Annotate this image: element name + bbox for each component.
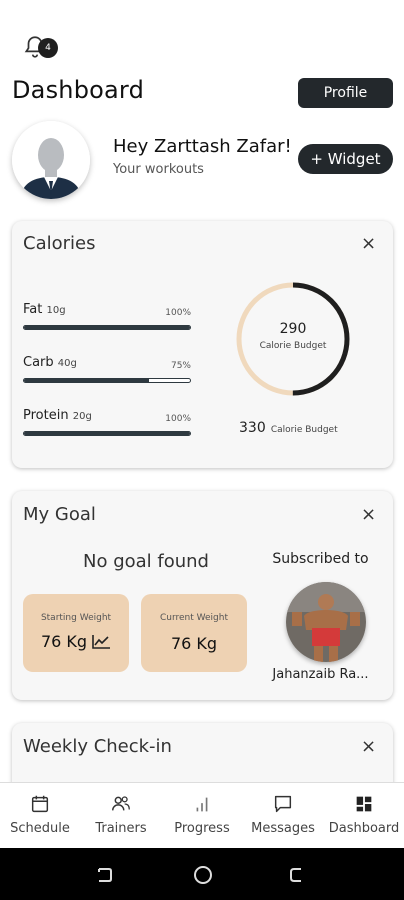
back-icon[interactable]: [287, 864, 309, 886]
page-title: Dashboard: [12, 76, 145, 104]
user-subtitle: Your workouts: [113, 162, 204, 177]
goal-empty-text: No goal found: [83, 551, 209, 572]
goal-card: My Goal × No goal found Starting Weight …: [12, 491, 393, 700]
weekly-title: Weekly Check-in: [23, 736, 172, 757]
macro-carb-percent: 75%: [170, 361, 191, 371]
calendar-icon: [31, 795, 49, 813]
budget-value: 330: [239, 420, 266, 436]
avatar[interactable]: [12, 121, 90, 199]
trainer-name[interactable]: Jahanzaib Ra...: [258, 667, 383, 682]
macro-protein-label: Protein 20g: [23, 408, 92, 423]
macro-carb-label: Carb 40g: [23, 355, 77, 370]
macro-fat-bar: [23, 325, 191, 330]
trend-chart-icon: [92, 634, 111, 649]
macro-fat-label: Fat 10g: [23, 302, 66, 317]
starting-weight-label: Starting Weight: [40, 613, 112, 623]
current-weight-box: Current Weight 76 Kg: [141, 594, 247, 672]
starting-weight-box: Starting Weight 76 Kg: [23, 594, 129, 672]
macro-protein-bar: [23, 431, 191, 436]
macro-protein-percent: 100%: [165, 414, 191, 424]
macro-fat-percent: 100%: [165, 308, 191, 318]
nav-item-trainers[interactable]: Trainers: [81, 783, 161, 849]
users-icon: [112, 796, 130, 811]
calories-card: Calories × Fat 10g 100% Carb 40g 75% Pro…: [12, 221, 393, 468]
notification-badge: 4: [38, 38, 58, 58]
ring-value: 290: [279, 321, 307, 337]
user-greeting: Hey Zarttash Zafar!: [113, 136, 292, 157]
add-widget-button[interactable]: + Widget: [298, 144, 393, 174]
profile-button[interactable]: Profile: [298, 78, 393, 108]
bottom-nav: Schedule Trainers Progress Messages Dash…: [0, 782, 404, 849]
goal-close-button[interactable]: ×: [361, 504, 376, 525]
macro-protein-bar-fill: [24, 432, 190, 435]
nav-label-trainers: Trainers: [95, 821, 147, 836]
nav-item-messages[interactable]: Messages: [243, 783, 323, 849]
dashboard-icon: [356, 796, 372, 812]
calorie-ring: [236, 282, 350, 396]
budget-label: Calorie Budget: [270, 425, 338, 435]
nav-label-schedule: Schedule: [10, 821, 70, 836]
macro-fat-bar-fill: [24, 326, 190, 329]
nav-item-schedule[interactable]: Schedule: [0, 783, 80, 849]
nav-item-progress[interactable]: Progress: [162, 783, 242, 849]
trainer-photo-icon: [286, 582, 366, 662]
macro-carb-bar-fill: [24, 379, 149, 382]
bar-chart-icon: [196, 797, 208, 812]
system-nav-bar: [0, 848, 404, 900]
recent-apps-icon[interactable]: [93, 864, 115, 886]
message-icon: [274, 795, 292, 813]
starting-weight-value: 76 Kg: [40, 632, 88, 651]
goal-title: My Goal: [23, 504, 96, 525]
calories-title: Calories: [23, 233, 96, 254]
weekly-close-button[interactable]: ×: [361, 736, 376, 757]
nav-label-progress: Progress: [174, 821, 230, 836]
nav-label-messages: Messages: [251, 821, 315, 836]
calorie-budget: 330 Calorie Budget: [239, 417, 338, 436]
macro-carb-bar: [23, 378, 191, 383]
user-avatar-icon: [12, 121, 90, 199]
current-weight-label: Current Weight: [159, 613, 229, 623]
nav-label-dashboard: Dashboard: [328, 821, 400, 836]
subscribed-label: Subscribed to: [272, 551, 369, 567]
current-weight-value: 76 Kg: [170, 634, 218, 653]
home-icon[interactable]: [191, 863, 215, 887]
trainer-avatar[interactable]: [286, 582, 366, 662]
calories-close-button[interactable]: ×: [361, 233, 376, 254]
nav-item-dashboard[interactable]: Dashboard: [324, 783, 404, 849]
ring-label: Calorie Budget: [259, 341, 327, 351]
